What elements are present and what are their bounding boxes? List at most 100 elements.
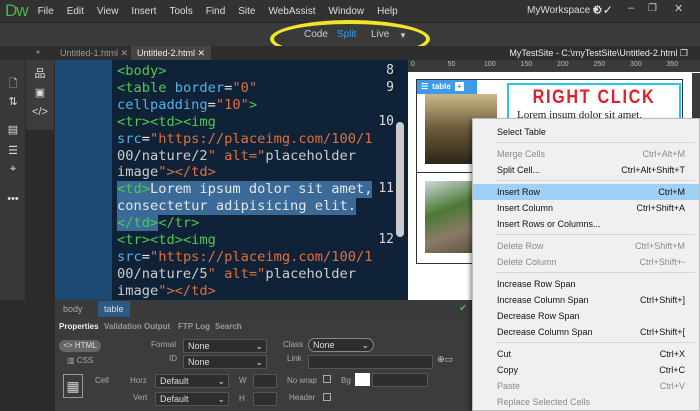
code-line[interactable]: <td>Lorem ipsum dolor sit amet,	[117, 181, 373, 199]
code-line[interactable]: <body>	[117, 63, 166, 80]
menu-item-copy[interactable]: Copy Ctrl+C	[473, 362, 699, 378]
width-input[interactable]	[253, 374, 277, 388]
menu-insert[interactable]: Insert	[131, 6, 156, 17]
menu-item-increase-column-span[interactable]: Increase Column Span Ctrl+Shift+]	[473, 292, 699, 308]
code-line[interactable]: </td></tr>	[117, 215, 199, 232]
format-icon[interactable]: ▤	[3, 123, 23, 136]
target-icon[interactable]: ⌖	[3, 163, 23, 176]
menu-item-delete-column[interactable]: Delete Column Ctrl+Shift+-	[473, 254, 699, 270]
panel-tab-validation[interactable]: Validation	[104, 322, 142, 331]
restore-icon[interactable]: ❐	[648, 3, 657, 14]
header-checkbox[interactable]	[323, 393, 331, 401]
vert-select[interactable]: Default ⌄	[155, 392, 229, 406]
close-icon[interactable]: ✕	[674, 2, 683, 15]
panel-tab-search[interactable]: Search	[215, 322, 242, 331]
menu-item-decrease-column-span[interactable]: Decrease Column Span Ctrl+Shift+[	[473, 324, 699, 340]
html-mode-button[interactable]: <> HTML	[59, 340, 101, 352]
tab-untitled-2[interactable]: Untitled-2.html ✕	[131, 46, 212, 60]
menu-item-shortcut: Ctrl+V	[659, 381, 685, 391]
bg-color-swatch[interactable]	[355, 373, 370, 386]
menu-item-cut[interactable]: Cut Ctrl+X	[473, 346, 699, 362]
code-file-icon[interactable]: ▣	[30, 86, 50, 99]
code-toolbar: 品 ▣ </>	[26, 60, 54, 130]
menu-item-label: Replace Selected Cells	[497, 397, 591, 407]
code-line[interactable]: src="https://placeimg.com/100/1	[117, 249, 372, 266]
code-line[interactable]: <tr><td><img	[117, 232, 216, 249]
minimize-icon[interactable]: –	[628, 2, 634, 14]
workspace-switcher[interactable]: MyWorkspace ▾	[527, 5, 598, 16]
code-tag-icon[interactable]: </>	[30, 106, 50, 118]
more-icon[interactable]: •••	[3, 193, 23, 205]
menu-find[interactable]: Find	[206, 6, 225, 17]
link-input[interactable]	[308, 355, 433, 369]
nowrap-label: No wrap	[287, 376, 317, 385]
code-line[interactable]: consectetur adipisicing elit.	[117, 198, 356, 216]
left-toolbar: 🗋 ⇅ ▤ ☰ ⌖ •••	[0, 60, 26, 300]
code-line[interactable]: cellpadding="10">	[117, 97, 257, 114]
panel-tab-ftp-log[interactable]: FTP Log	[178, 322, 210, 331]
menu-item-label: Decrease Column Span	[497, 327, 593, 337]
code-line[interactable]: 00/nature/5" alt="placeholder	[117, 266, 356, 283]
tag-body[interactable]: body	[63, 304, 83, 314]
menu-file[interactable]: File	[38, 6, 54, 17]
code-line[interactable]: 00/nature/2" alt="placeholder	[117, 148, 356, 165]
code-line[interactable]: image"></td>	[117, 283, 216, 300]
code-line[interactable]: <table border="0"	[117, 80, 257, 97]
dom-tree-icon[interactable]: 品	[30, 65, 50, 81]
code-line[interactable]: src="https://placeimg.com/100/1	[117, 131, 372, 148]
menu-item-merge-cells[interactable]: Merge Cells Ctrl+Alt+M	[473, 146, 699, 162]
menu-view[interactable]: View	[97, 6, 119, 17]
menu-window[interactable]: Window	[329, 6, 365, 17]
file-icon[interactable]: 🗋	[3, 75, 23, 94]
horz-select[interactable]: Default ⌄	[155, 374, 229, 388]
menu-item-insert-row[interactable]: Insert Row Ctrl+M	[473, 184, 699, 200]
code-line[interactable]: <tr><td><img	[117, 114, 216, 131]
menu-item-split-cell[interactable]: Split Cell... Ctrl+Alt+Shift+T	[473, 162, 699, 178]
bg-color-input[interactable]	[372, 373, 428, 387]
menu-item-increase-row-span[interactable]: Increase Row Span	[473, 276, 699, 292]
indent-icon[interactable]: ☰	[3, 144, 23, 157]
menu-help[interactable]: Help	[377, 6, 398, 17]
menu-item-shortcut: Ctrl+Shift+A	[636, 203, 685, 213]
tag-table[interactable]: table	[98, 301, 130, 317]
menu-item-decrease-row-span[interactable]: Decrease Row Span	[473, 308, 699, 324]
menu-edit[interactable]: Edit	[67, 6, 84, 17]
menu-webassist[interactable]: WebAssist	[268, 6, 315, 17]
app-logo: Dw	[5, 1, 29, 20]
panel-tab-output[interactable]: Output	[144, 322, 170, 331]
panel-tab-properties[interactable]: Properties	[59, 322, 99, 331]
vert-label: Vert	[133, 393, 148, 402]
id-select[interactable]: None ⌄	[183, 355, 267, 369]
table-badge[interactable]: ☰ table +	[417, 80, 477, 94]
menu-item-select-table[interactable]: Select Table	[473, 124, 699, 140]
class-select[interactable]: None ⌄	[308, 338, 374, 352]
menu-item-insert-rows-or-columns[interactable]: Insert Rows or Columns...	[473, 216, 699, 232]
menu-item-insert-column[interactable]: Insert Column Ctrl+Shift+A	[473, 200, 699, 216]
scrollbar[interactable]	[396, 122, 404, 237]
tag-selector: body table ✔	[55, 300, 475, 318]
tab-untitled-1[interactable]: Untitled-1.html ✕	[54, 46, 134, 60]
expand-icon[interactable]: »	[30, 46, 46, 60]
menu-item-shortcut: Ctrl+Shift+[	[639, 327, 685, 337]
menu-bar: Dw File Edit View Insert Tools Find Site WebAss…	[0, 0, 700, 22]
nowrap-checkbox[interactable]	[323, 375, 331, 383]
code-editor[interactable]: 8 9 10 11 12 <body> <table border="0" cellpaddi…	[55, 60, 408, 300]
menu-item-label: Cut	[497, 349, 512, 359]
format-select[interactable]: None ⌄	[183, 339, 267, 353]
sort-icon[interactable]: ⇅	[3, 95, 23, 108]
menu-item-paste[interactable]: Paste Ctrl+V	[473, 378, 699, 394]
menu-item-label: Insert Row	[497, 187, 541, 197]
line-gutter	[55, 60, 112, 300]
menu-site[interactable]: Site	[238, 6, 255, 17]
menu-item-delete-row[interactable]: Delete Row Ctrl+Shift+M	[473, 238, 699, 254]
menu-item-label: Delete Column	[497, 257, 557, 267]
nature-image	[425, 181, 475, 253]
menu-item-replace-selected-cells[interactable]: Replace Selected Cells	[473, 394, 699, 410]
height-input[interactable]	[253, 392, 277, 406]
code-line[interactable]: image"></td>	[117, 164, 216, 181]
css-mode-button[interactable]: ▥ CSS	[67, 356, 93, 365]
menu-tools[interactable]: Tools	[169, 6, 192, 17]
browse-folder-icon[interactable]: ⊕▭	[437, 354, 453, 365]
document-tabs: » Untitled-1.html ✕ Untitled-2.html ✕ My…	[0, 46, 700, 60]
gear-icon[interactable]: ⚙✓	[592, 3, 613, 17]
